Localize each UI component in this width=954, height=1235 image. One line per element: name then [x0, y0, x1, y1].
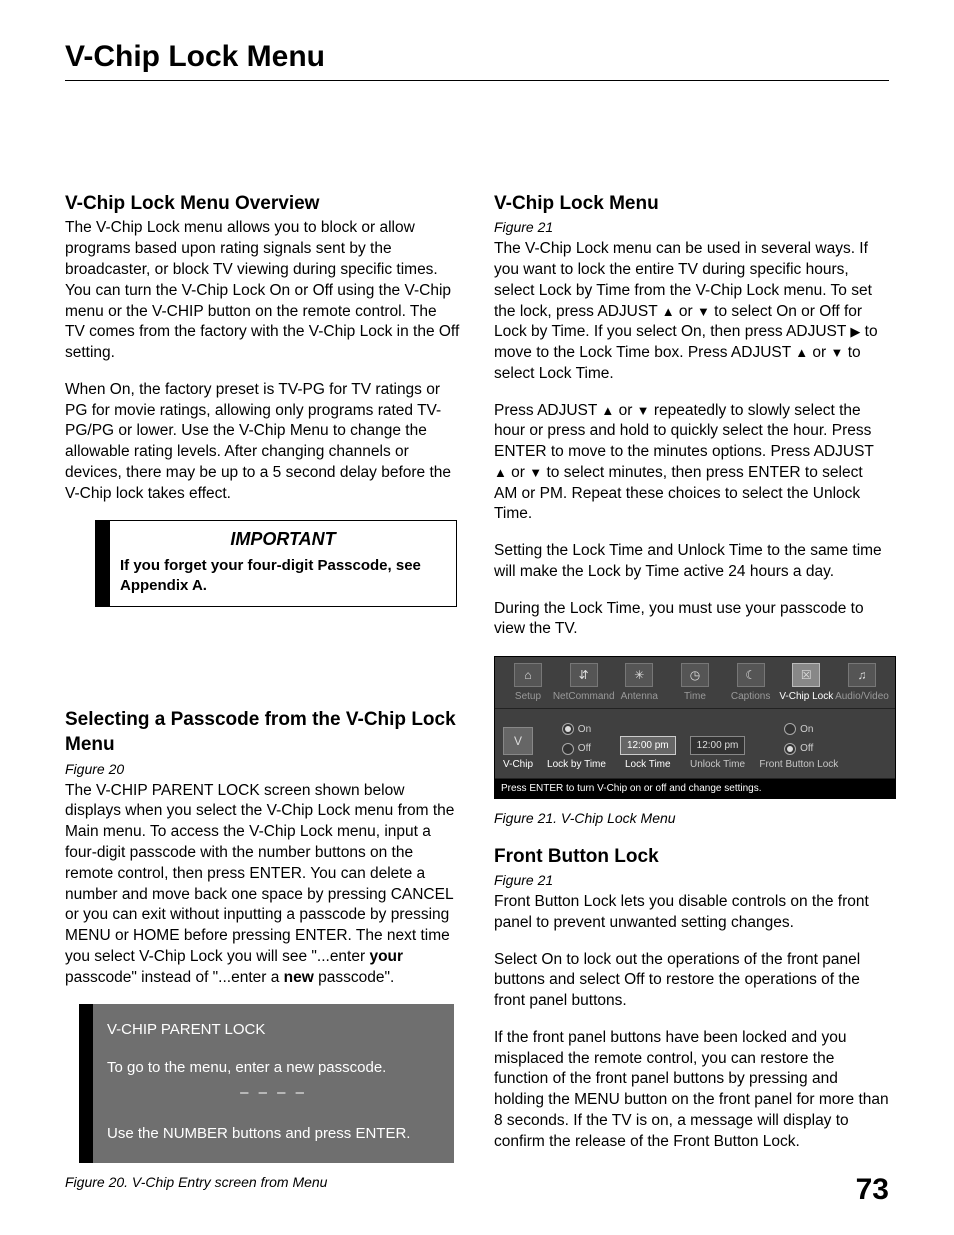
up-icon: ▲ — [795, 345, 808, 360]
parent-lock-screen: V-CHIP PARENT LOCK To go to the menu, en… — [79, 1004, 454, 1163]
lock-time-group[interactable]: 12:00 pm Lock Time — [620, 736, 676, 772]
radio-off-icon[interactable] — [562, 743, 574, 755]
parent-lock-dashes: – – – – — [107, 1081, 440, 1104]
tab-label: NetCommand — [553, 690, 615, 703]
up-icon: ▲ — [494, 465, 507, 480]
menu-heading: V-Chip Lock Menu — [494, 191, 889, 216]
unlock-time-group[interactable]: 12:00 pm Unlock Time — [690, 736, 746, 772]
passcode-heading: Selecting a Passcode from the V-Chip Loc… — [65, 707, 460, 758]
fig20-ref: Figure 20 — [65, 760, 460, 779]
front-p1: Front Button Lock lets you disable contr… — [494, 892, 889, 934]
radio-on-icon[interactable] — [562, 723, 574, 735]
menu-p2d: or — [507, 464, 529, 481]
tab-netcommand[interactable]: ⇵NetCommand — [557, 663, 611, 703]
down-icon: ▼ — [831, 345, 844, 360]
radio-on-label: On — [578, 723, 591, 736]
overview-p1: The V-Chip Lock menu allows you to block… — [65, 218, 460, 363]
menu-footer: Press ENTER to turn V-Chip on or off and… — [495, 778, 895, 798]
fig20-caption: Figure 20. V-Chip Entry screen from Menu — [65, 1173, 460, 1192]
down-icon: ▼ — [697, 304, 710, 319]
down-icon: ▼ — [529, 465, 542, 480]
menu-p1: The V-Chip Lock menu can be used in seve… — [494, 239, 889, 384]
important-bar — [96, 521, 110, 606]
antenna-icon: ✳ — [625, 663, 653, 687]
up-icon: ▲ — [662, 304, 675, 319]
tab-antenna[interactable]: ✳ Antenna — [612, 663, 666, 703]
lock-by-time-label: Lock by Time — [547, 758, 606, 771]
menu-p2a: Press ADJUST — [494, 402, 601, 419]
tab-label: V-Chip Lock — [779, 690, 833, 703]
captions-icon: ☾ — [737, 663, 765, 687]
menu-p1e: or — [808, 344, 830, 361]
passcode-p1b: passcode" instead of "...enter a — [65, 969, 284, 986]
front-p3: If the front panel buttons have been loc… — [494, 1028, 889, 1153]
fig21-ref-a: Figure 21 — [494, 218, 889, 237]
tab-label: Audio/Video — [835, 690, 889, 703]
netcommand-icon: ⇵ — [570, 663, 598, 687]
overview-p2: When On, the factory preset is TV-PG for… — [65, 380, 460, 505]
unlock-time-label: Unlock Time — [690, 758, 745, 771]
front-button-lock-group[interactable]: On Off Front Button Lock — [759, 723, 838, 772]
tab-label: Time — [684, 690, 706, 703]
radio-off-label: Off — [800, 742, 813, 755]
fig21-caption: Figure 21. V-Chip Lock Menu — [494, 809, 889, 828]
important-title: IMPORTANT — [120, 527, 446, 551]
important-text: If you forget your four-digit Passcode, … — [120, 556, 446, 597]
passcode-p1c: passcode". — [314, 969, 394, 986]
tab-captions[interactable]: ☾ Captions — [724, 663, 778, 703]
fig21-ref-b: Figure 21 — [494, 871, 889, 890]
menu-p1b: or — [675, 303, 697, 320]
passcode-new: new — [284, 969, 314, 986]
parent-lock-line2: Use the NUMBER buttons and press ENTER. — [107, 1122, 440, 1145]
passcode-your: your — [369, 948, 403, 965]
vchip-lock-icon: ☒ — [792, 663, 820, 687]
lock-by-time-group[interactable]: On Off Lock by Time — [547, 723, 606, 772]
tab-vchip-lock[interactable]: ☒ V-Chip Lock — [779, 663, 833, 703]
page-title: V-Chip Lock Menu — [65, 40, 889, 74]
menu-p2: Press ADJUST ▲ or ▼ repeatedly to slowly… — [494, 401, 889, 526]
radio-on-label: On — [800, 723, 813, 736]
parent-lock-title: V-CHIP PARENT LOCK — [107, 1018, 440, 1041]
menu-tabs: ⌂Setup ⇵NetCommand ✳Antenna ◷Time ☾Capti… — [495, 657, 895, 705]
overview-heading: V-Chip Lock Menu Overview — [65, 191, 460, 216]
page-number: 73 — [856, 1173, 889, 1207]
down-icon: ▼ — [637, 403, 650, 418]
vchip-icon: V — [503, 727, 533, 755]
right-column: V-Chip Lock Menu Figure 21 The V-Chip Lo… — [494, 191, 889, 1192]
vchip-menu-mock: ⌂Setup ⇵NetCommand ✳Antenna ◷Time ☾Capti… — [494, 656, 896, 799]
tab-audio-video[interactable]: ♫ Audio/Video — [835, 663, 889, 703]
menu-p3: Setting the Lock Time and Unlock Time to… — [494, 541, 889, 583]
vchip-group: V V-Chip — [503, 727, 533, 771]
radio-off-icon[interactable] — [784, 743, 796, 755]
front-p2: Select On to lock out the operations of … — [494, 950, 889, 1012]
menu-p4: During the Lock Time, you must use your … — [494, 599, 889, 641]
unlock-time-value[interactable]: 12:00 pm — [690, 736, 746, 755]
audio-video-icon: ♫ — [848, 663, 876, 687]
left-column: V-Chip Lock Menu Overview The V-Chip Loc… — [65, 191, 460, 1192]
tab-time[interactable]: ◷ Time — [668, 663, 722, 703]
tab-label: Captions — [731, 690, 770, 703]
lock-time-label: Lock Time — [625, 758, 671, 771]
title-rule — [65, 80, 889, 81]
parent-lock-line1: To go to the menu, enter a new passcode. — [107, 1056, 440, 1079]
front-button-lock-label: Front Button Lock — [759, 758, 838, 771]
lock-time-value[interactable]: 12:00 pm — [620, 736, 676, 755]
tab-setup[interactable]: ⌂ Setup — [501, 663, 555, 703]
time-icon: ◷ — [681, 663, 709, 687]
setup-icon: ⌂ — [514, 663, 542, 687]
vchip-label: V-Chip — [503, 758, 533, 771]
front-heading: Front Button Lock — [494, 844, 889, 869]
tab-label: Antenna — [621, 690, 658, 703]
menu-p2b: or — [614, 402, 636, 419]
radio-on-icon[interactable] — [784, 723, 796, 735]
radio-off-label: Off — [578, 742, 591, 755]
right-icon: ▶ — [850, 324, 860, 339]
tab-label: Setup — [515, 690, 541, 703]
passcode-p1: The V-CHIP PARENT LOCK screen shown belo… — [65, 781, 460, 989]
menu-p2e: to select minutes, then press ENTER to s… — [494, 464, 863, 523]
up-icon: ▲ — [601, 403, 614, 418]
important-box: IMPORTANT If you forget your four-digit … — [95, 520, 457, 607]
passcode-p1a: The V-CHIP PARENT LOCK screen shown belo… — [65, 782, 454, 965]
